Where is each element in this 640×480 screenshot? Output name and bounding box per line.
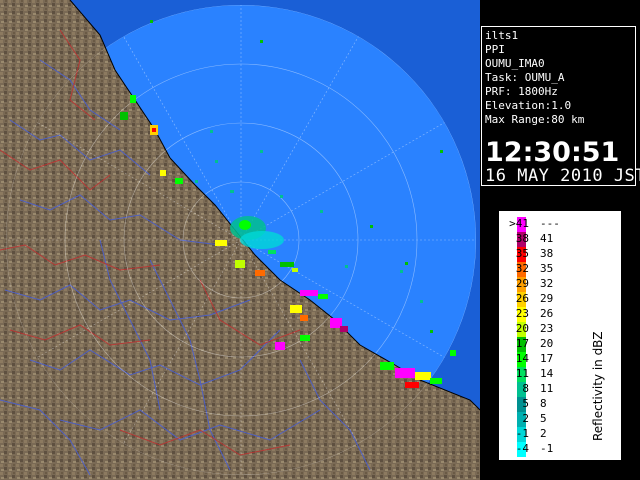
legend-upper-bound: 41 bbox=[540, 232, 554, 245]
legend-lower-bound: 26 bbox=[515, 292, 529, 305]
station-name: ilts1 bbox=[485, 29, 519, 42]
legend-lower-bound: >41 bbox=[509, 217, 529, 230]
legend-lower-bound: 17 bbox=[515, 337, 529, 350]
legend-lower-bound: -1 bbox=[515, 427, 529, 440]
legend-lower-bound: 5 bbox=[522, 397, 529, 410]
legend-upper-bound: 8 bbox=[540, 397, 547, 410]
legend-upper-bound: 26 bbox=[540, 307, 554, 320]
legend-upper-bound: 11 bbox=[540, 382, 554, 395]
legend-upper-bound: 38 bbox=[540, 247, 554, 260]
legend-upper-bound: 32 bbox=[540, 277, 554, 290]
legend-lower-bound: 32 bbox=[515, 262, 529, 275]
legend-lower-bound: 35 bbox=[515, 247, 529, 260]
scan-date: 16 MAY 2010 JST bbox=[485, 166, 640, 186]
reflectivity-legend: >41 --- 38 41 35 38 32 35 29 32 26 29 23 26 20 23 17 20 14… bbox=[497, 209, 623, 462]
scan-mode: PPI bbox=[485, 43, 505, 56]
legend-lower-bound: 2 bbox=[522, 412, 529, 425]
legend-upper-bound: 29 bbox=[540, 292, 554, 305]
radar-map bbox=[0, 0, 480, 480]
legend-lower-bound: 23 bbox=[515, 307, 529, 320]
legend-lower-bound: 14 bbox=[515, 352, 529, 365]
legend-upper-bound: 35 bbox=[540, 262, 554, 275]
product-name: OUMU_IMA0 bbox=[485, 57, 545, 70]
legend-upper-bound: 17 bbox=[540, 352, 554, 365]
legend-upper-bound: 14 bbox=[540, 367, 554, 380]
legend-unit-label: Reflectivity in dBZ bbox=[591, 331, 605, 441]
legend-upper-bound: 23 bbox=[540, 322, 554, 335]
legend-upper-bound: --- bbox=[540, 217, 560, 230]
elevation-label: Elevation:1.0 bbox=[485, 99, 572, 112]
legend-lower-bound: 38 bbox=[515, 232, 529, 245]
legend-upper-bound: 2 bbox=[540, 427, 547, 440]
max-range-label: Max Range:80 km bbox=[485, 113, 585, 126]
legend-upper-bound: -1 bbox=[540, 442, 554, 455]
legend-upper-bound: 20 bbox=[540, 337, 554, 350]
legend-lower-bound: -4 bbox=[515, 442, 529, 455]
legend-upper-bound: 5 bbox=[540, 412, 547, 425]
legend-lower-bound: 29 bbox=[515, 277, 529, 290]
legend-lower-bound: 8 bbox=[522, 382, 529, 395]
scan-time: 12:30:51 bbox=[485, 137, 620, 168]
task-label: Task: OUMU_A bbox=[485, 71, 565, 84]
info-panel: ilts1 PPI OUMU_IMA0 Task: OUMU_A PRF: 18… bbox=[481, 26, 640, 186]
legend-lower-bound: 20 bbox=[515, 322, 529, 335]
legend-lower-bound: 11 bbox=[515, 367, 529, 380]
prf-label: PRF: 1800Hz bbox=[485, 85, 558, 98]
